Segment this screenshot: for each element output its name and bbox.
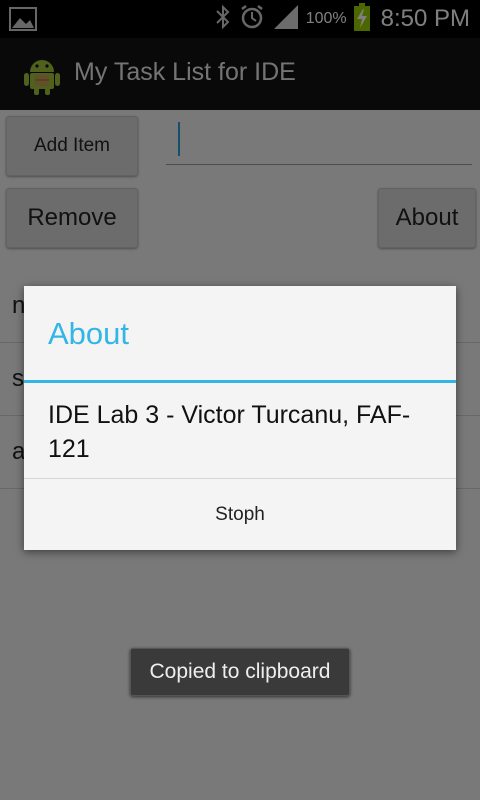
toast-message: Copied to clipboard xyxy=(130,648,350,696)
dialog-title: About xyxy=(48,316,130,351)
dialog-title-divider xyxy=(24,380,456,383)
about-dialog: About IDE Lab 3 - Victor Turcanu, FAF-12… xyxy=(24,286,456,550)
dialog-dismiss-button[interactable]: Stoph xyxy=(24,479,456,550)
dialog-message: IDE Lab 3 - Victor Turcanu, FAF-121 xyxy=(48,401,411,463)
